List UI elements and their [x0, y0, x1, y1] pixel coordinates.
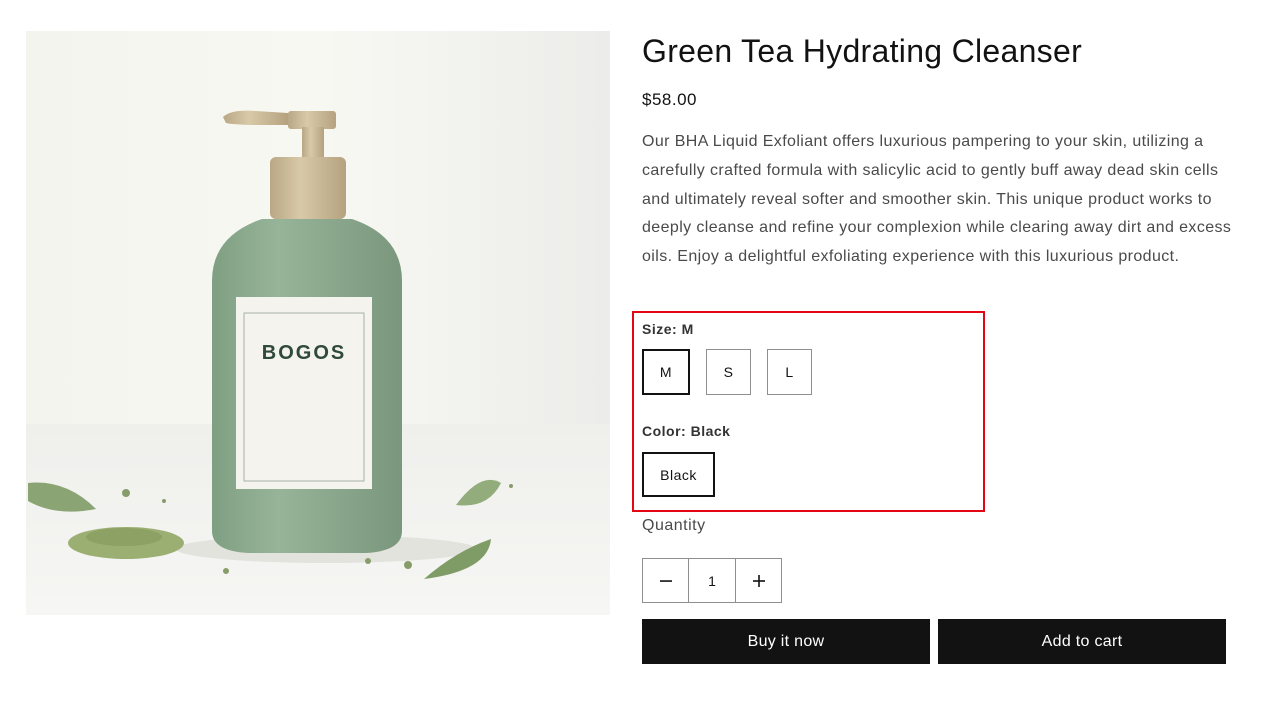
size-label-text: Size:: [642, 321, 678, 337]
quantity-stepper: [642, 558, 782, 603]
quantity-label: Quantity: [642, 517, 706, 534]
product-description: Our BHA Liquid Exfoliant offers luxuriou…: [642, 133, 1232, 266]
color-option-black[interactable]: Black: [642, 452, 715, 497]
product-photo-illustration: BOGOS: [26, 31, 610, 615]
product-page: BOGOS Green Tea Hydrating Cleanser $58.0…: [0, 0, 1271, 702]
product-image[interactable]: BOGOS: [26, 31, 610, 615]
add-to-cart-button[interactable]: Add to cart: [938, 619, 1226, 664]
size-option-l[interactable]: L: [767, 349, 812, 395]
quantity-increase-button[interactable]: [736, 559, 781, 602]
color-option-label: Color: Black: [642, 423, 730, 439]
quantity-input[interactable]: [688, 559, 736, 602]
product-title: Green Tea Hydrating Cleanser: [642, 33, 1083, 69]
quantity-decrease-button[interactable]: [643, 559, 688, 602]
minus-icon: [659, 579, 672, 582]
size-option-m[interactable]: M: [642, 349, 690, 395]
buy-it-now-button[interactable]: Buy it now: [642, 619, 930, 664]
image-brand-text: BOGOS: [262, 342, 346, 364]
size-selected-value: M: [681, 321, 694, 337]
size-option-label: Size: M: [642, 321, 694, 337]
product-price: $58.00: [642, 90, 697, 109]
size-option-s[interactable]: S: [706, 349, 751, 395]
color-selected-value: Black: [690, 423, 731, 439]
color-label-text: Color:: [642, 423, 687, 439]
plus-icon: [752, 574, 765, 587]
